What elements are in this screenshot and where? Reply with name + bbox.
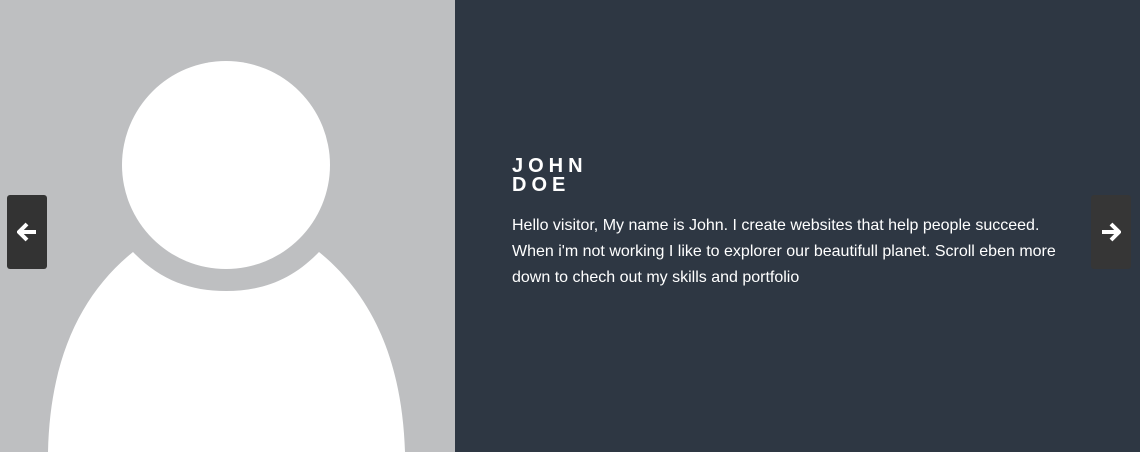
- carousel-prev-button[interactable]: [7, 195, 47, 269]
- arrow-left-icon: [17, 222, 36, 242]
- arrow-right-icon: [1102, 222, 1121, 242]
- profile-photo-panel: [0, 0, 455, 452]
- carousel-next-button[interactable]: [1091, 195, 1131, 269]
- default-avatar-icon: [48, 61, 405, 452]
- last-name: DOE: [512, 174, 571, 196]
- profile-bio: Hello visitor, My name is John. I create…: [512, 217, 1056, 286]
- hero-slide: JOHN DOE Hello visitor, My name is John.…: [0, 0, 1140, 452]
- profile-name: JOHN DOE: [512, 156, 588, 196]
- profile-info-panel: JOHN DOE Hello visitor, My name is John.…: [455, 0, 1140, 452]
